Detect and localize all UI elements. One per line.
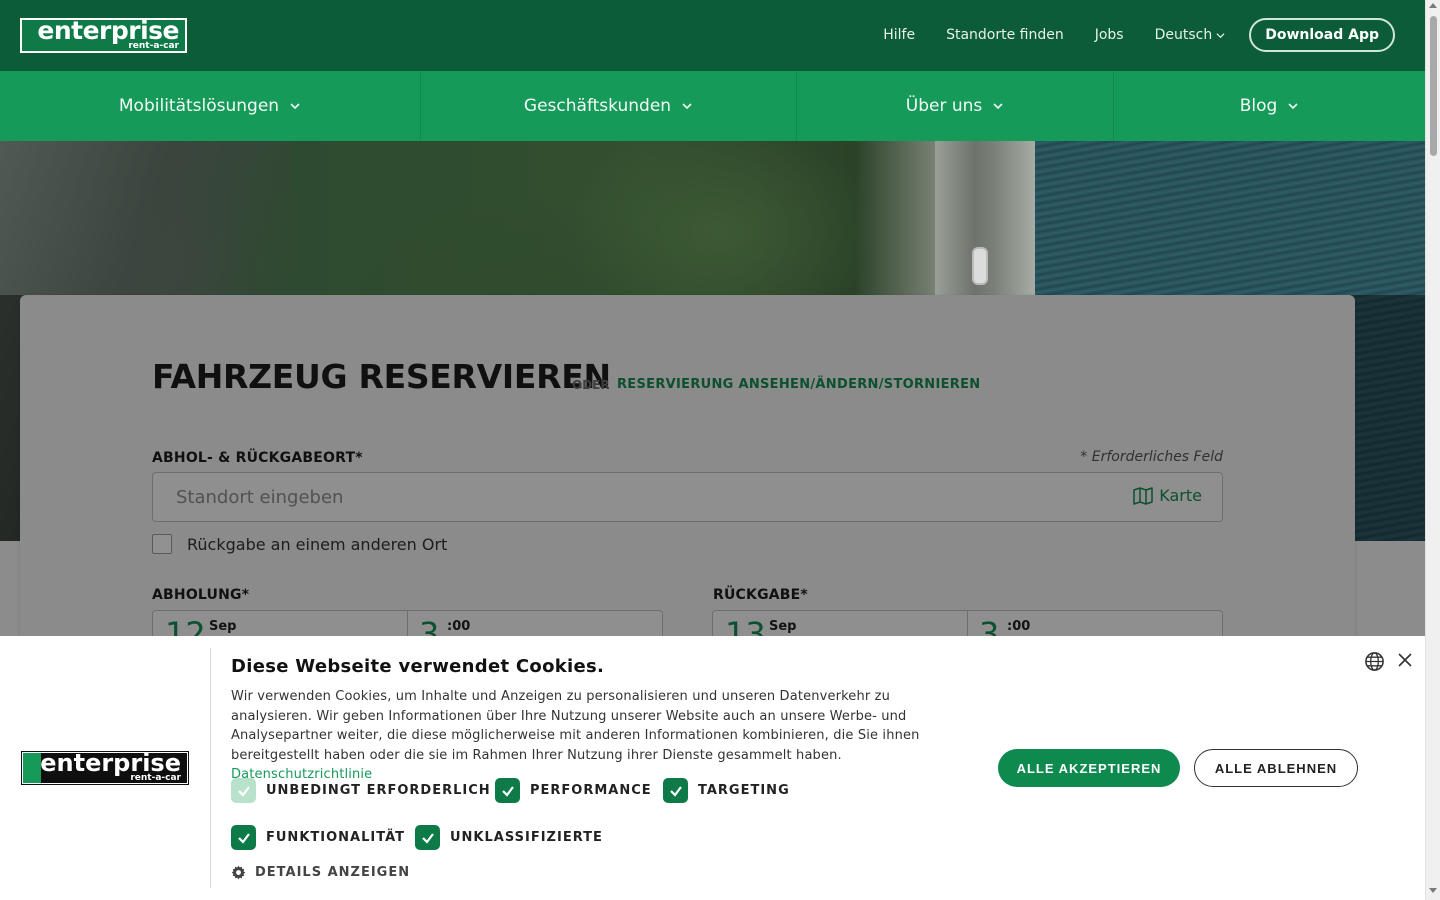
globe-icon[interactable] [1364, 651, 1385, 672]
page-scrollbar[interactable] [1425, 0, 1440, 900]
return-label: RÜCKGABE* [713, 587, 808, 603]
logo-wordmark: enterprise [40, 749, 181, 777]
nav-item-label: Blog [1239, 96, 1278, 116]
pickup-month: Sep [209, 619, 237, 634]
language-selector[interactable]: Deutsch [1155, 27, 1226, 43]
jobs-link[interactable]: Jobs [1095, 27, 1124, 43]
cookie-option-label: UNKLASSIFIZIERTE [450, 830, 603, 845]
enterprise-logo[interactable]: enterprise rent-a-car [20, 18, 187, 53]
scrollbar-thumb[interactable] [1430, 16, 1437, 156]
logo-wordmark: enterprise [37, 16, 179, 45]
cookie-option-label: PERFORMANCE [530, 783, 652, 798]
close-icon[interactable] [1398, 653, 1412, 667]
nav-item-blog[interactable]: Blog [1114, 71, 1425, 141]
cookie-banner-logo: enterprise rent-a-car [21, 751, 189, 785]
cookie-option-targeting[interactable]: TARGETING [663, 778, 790, 803]
nav-item-label: Geschäftskunden [523, 96, 672, 116]
chevron-down-icon [993, 103, 1003, 110]
unclassified-checkbox[interactable] [415, 825, 440, 850]
page: enterprise rent-a-car Hilfe Standorte fi… [0, 0, 1425, 900]
map-icon [1133, 486, 1154, 505]
cookie-description: Wir verwenden Cookies, um Inhalte und An… [231, 687, 971, 785]
scroll-up-arrow[interactable] [1429, 3, 1437, 8]
manage-reservation-link[interactable]: RESERVIERUNG ANSEHEN/ÄNDERN/STORNIEREN [617, 377, 980, 392]
cookie-option-functionality[interactable]: FUNKTIONALITÄT [231, 825, 405, 850]
location-input[interactable] [176, 486, 1076, 508]
functionality-checkbox[interactable] [231, 825, 256, 850]
pickup-minutes: :00 [447, 619, 471, 634]
nav-item-about[interactable]: Über uns [797, 71, 1114, 141]
return-month: Sep [769, 619, 797, 634]
chevron-down-icon [682, 103, 692, 110]
booking-title: FAHRZEUG RESERVIEREN [152, 357, 611, 396]
nav-item-mobility[interactable]: Mobilitätslösungen [0, 71, 421, 141]
map-button-label: Karte [1159, 486, 1202, 505]
checkmark-icon [501, 785, 514, 797]
help-link[interactable]: Hilfe [883, 27, 915, 43]
cookie-option-label: FUNKTIONALITÄT [266, 830, 405, 845]
pickup-label: ABHOLUNG* [152, 587, 250, 603]
accept-all-button[interactable]: ALLE AKZEPTIEREN [998, 749, 1180, 787]
cookie-option-performance[interactable]: PERFORMANCE [495, 778, 652, 803]
location-field: Karte [152, 472, 1223, 522]
return-other-location[interactable]: Rückgabe an einem anderen Ort [152, 534, 447, 554]
nav-item-business[interactable]: Geschäftskunden [421, 71, 797, 141]
utility-nav: Hilfe Standorte finden Jobs Deutsch Down… [883, 18, 1395, 52]
download-app-button[interactable]: Download App [1249, 18, 1395, 52]
scroll-down-arrow[interactable] [1429, 888, 1437, 893]
cookie-option-label: UNBEDINGT ERFORDERLICH [266, 783, 491, 798]
cookie-option-label: TARGETING [698, 783, 790, 798]
reject-all-button[interactable]: ALLE ABLEHNEN [1194, 749, 1358, 787]
cookie-text: Wir verwenden Cookies, um Inhalte und An… [231, 689, 920, 763]
necessary-checkbox [231, 778, 256, 803]
logo-tagline: rent-a-car [128, 41, 179, 51]
top-header: enterprise rent-a-car Hilfe Standorte fi… [0, 0, 1425, 71]
cookie-title: Diese Webseite verwendet Cookies. [231, 656, 605, 677]
return-other-label: Rückgabe an einem anderen Ort [187, 534, 448, 554]
show-details-label: DETAILS ANZEIGEN [255, 865, 411, 880]
location-label: ABHOL- & RÜCKGABEORT* [152, 450, 363, 466]
cookie-option-unclassified[interactable]: UNKLASSIFIZIERTE [415, 825, 603, 850]
cookie-divider [210, 648, 211, 888]
checkmark-icon [421, 832, 434, 844]
targeting-checkbox[interactable] [663, 778, 688, 803]
gear-icon [231, 865, 246, 880]
nav-item-label: Über uns [905, 96, 983, 116]
or-label: ODER [572, 378, 610, 392]
cookie-option-necessary: UNBEDINGT ERFORDERLICH [231, 778, 491, 803]
checkmark-icon [237, 832, 250, 844]
required-field-note: * Erforderliches Feld [1080, 449, 1223, 465]
language-label: Deutsch [1154, 27, 1213, 43]
performance-checkbox[interactable] [495, 778, 520, 803]
nav-item-label: Mobilitätslösungen [118, 96, 280, 116]
chevron-down-icon [1288, 103, 1298, 110]
chevron-down-icon [1216, 32, 1225, 38]
checkmark-icon [237, 785, 250, 797]
find-locations-link[interactable]: Standorte finden [946, 27, 1064, 43]
logo-tagline: rent-a-car [130, 773, 181, 783]
return-minutes: :00 [1007, 619, 1031, 634]
show-details-button[interactable]: DETAILS ANZEIGEN [231, 865, 410, 880]
map-button[interactable]: Karte [1133, 486, 1202, 505]
main-nav: Mobilitätslösungen Geschäftskunden Über … [0, 71, 1425, 141]
chevron-down-icon [290, 103, 300, 110]
return-other-checkbox[interactable] [152, 534, 172, 554]
checkmark-icon [669, 785, 682, 797]
